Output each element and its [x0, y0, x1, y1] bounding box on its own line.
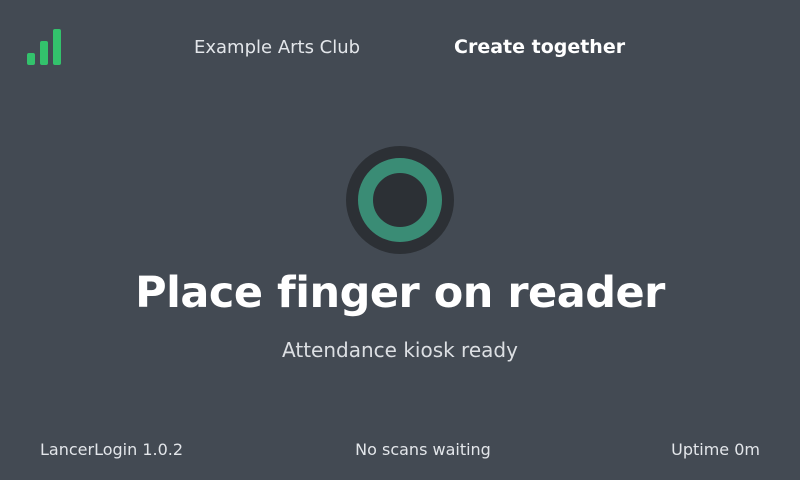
kiosk-screen: Example Arts Club Create together Place …: [0, 0, 800, 480]
status-subline: Attendance kiosk ready: [282, 338, 518, 362]
club-tagline: Create together: [454, 36, 626, 58]
fingerprint-ring-icon: [346, 146, 454, 254]
uptime: Uptime 0m: [671, 440, 760, 459]
club-name: Example Arts Club: [194, 37, 361, 58]
status-headline: Place finger on reader: [135, 268, 665, 318]
signal-bars-icon: [27, 29, 63, 65]
signal-bar: [27, 53, 35, 65]
signal-bar: [53, 29, 61, 65]
signal-bar: [40, 41, 48, 65]
ring-indicator: [358, 158, 442, 242]
